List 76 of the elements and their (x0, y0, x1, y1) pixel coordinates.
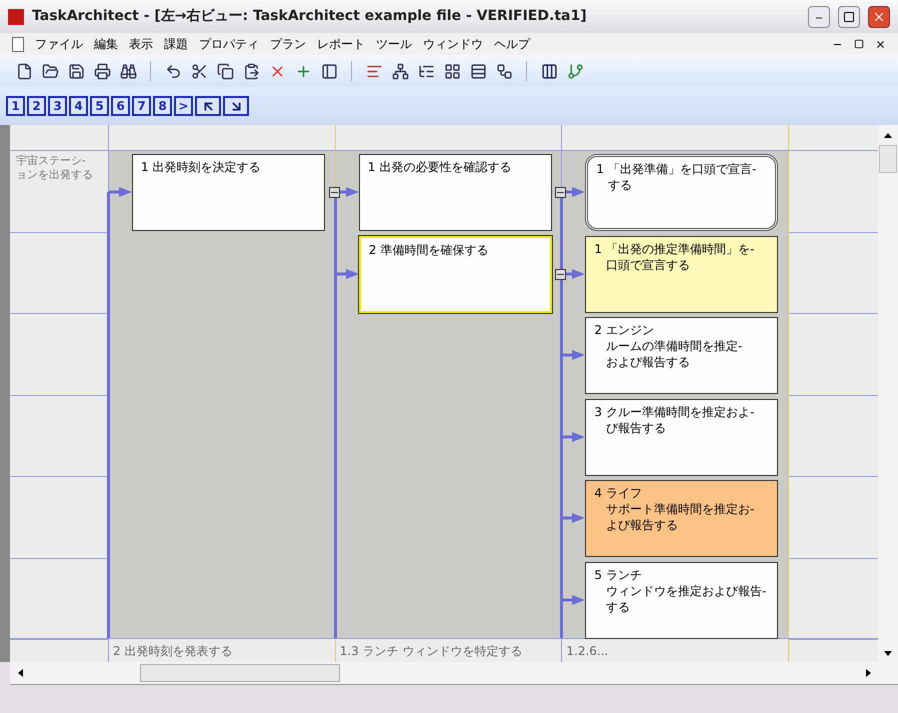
horizontal-scrollbar[interactable] (10, 662, 898, 685)
level-button[interactable]: 3 (48, 96, 67, 116)
task-node[interactable]: 1 「出発の推定準備時間」を- 口頭で宣言する (585, 236, 778, 312)
scroll-down-icon (884, 650, 892, 656)
level-button[interactable]: 8 (153, 96, 172, 116)
menu-item[interactable]: 課題 (164, 35, 188, 53)
move-up-left-button[interactable] (195, 96, 221, 116)
column-footer-label: 1.2.6... (566, 643, 608, 660)
task-node[interactable]: 1 出発の必要性を確認する (358, 154, 552, 231)
move-down-right-button[interactable] (223, 96, 249, 116)
column-footer-label: 2 出発時刻を発表する (113, 643, 232, 660)
app-logo-icon (8, 8, 24, 24)
menu-item[interactable]: ファイル (35, 35, 83, 53)
collapse-toggle[interactable] (328, 187, 340, 198)
connector-arrow (562, 594, 586, 604)
menu-item[interactable]: 編集 (94, 35, 118, 53)
level-button[interactable]: 5 (90, 96, 109, 116)
menu-item[interactable]: ツール (376, 35, 412, 53)
scroll-thumb[interactable] (140, 664, 340, 682)
column-footer-label: 1.3 ランチ ウィンドウを特定する (340, 643, 522, 660)
scissors-icon (190, 62, 208, 80)
collapse-toggle[interactable] (555, 268, 566, 280)
save-icon (68, 62, 84, 80)
connector-arrow (562, 513, 586, 523)
task-node[interactable]: 2 準備時間を確保する (358, 236, 552, 312)
tree-view-icon (392, 62, 408, 80)
level-button[interactable]: 2 (27, 96, 46, 116)
level-button[interactable]: > (174, 96, 193, 116)
task-node[interactable]: 3 クルー準備時間を推定およ- び報告する (585, 398, 778, 476)
vertical-scrollbar[interactable] (878, 125, 898, 662)
undo-icon (164, 62, 182, 80)
level-button[interactable]: 1 (6, 96, 25, 116)
new-file-icon (16, 62, 32, 80)
row-label: 宇宙ステーシ- ョンを出発する (16, 154, 93, 182)
copy-icon (216, 62, 234, 80)
rows-icon (470, 62, 486, 80)
connector-arrow (336, 268, 360, 278)
menu-item[interactable]: ヘルプ (494, 35, 530, 53)
panel-icon (320, 62, 338, 80)
window-title: TaskArchitect - [左→右ビュー: TaskArchitect example file - VERIFIED.ta1] (32, 7, 588, 26)
level-button[interactable]: 6 (111, 96, 130, 116)
task-node[interactable]: 1 「出発準備」を口頭で宣言- する (585, 154, 778, 231)
paste-icon (242, 62, 260, 80)
menu-item[interactable]: レポート (317, 35, 365, 53)
grid-icon (444, 62, 460, 80)
connector-arrow (562, 432, 586, 442)
columns-icon (540, 62, 558, 80)
scroll-thumb[interactable] (879, 145, 897, 173)
document-icon (12, 36, 24, 52)
maximize-button[interactable] (838, 6, 860, 28)
task-node[interactable]: 4 ライフ サポート準備時間を推定お- よび報告する (585, 480, 778, 557)
restore-icon[interactable] (854, 39, 864, 49)
task-node[interactable]: 5 ランチ ウィンドウを推定および報告- する (585, 562, 778, 638)
branch-icon (566, 62, 584, 80)
scroll-up-icon (884, 132, 892, 138)
task-node[interactable]: 2 エンジン ルームの準備時間を推定- および報告する (585, 317, 778, 394)
scroll-left-icon (18, 669, 22, 677)
printer-icon (94, 62, 110, 80)
open-folder-icon (42, 62, 58, 80)
binoculars-icon (120, 62, 136, 80)
maximize-icon (843, 10, 855, 22)
close-button[interactable] (868, 6, 890, 28)
scroll-right-icon (866, 669, 870, 677)
connector-arrow (562, 350, 586, 360)
connector-arrow (109, 187, 133, 197)
level-button[interactable]: 4 (69, 96, 88, 116)
close-icon[interactable] (875, 38, 886, 50)
minimize-button[interactable] (808, 6, 830, 28)
flow-icon (496, 62, 512, 80)
menu-item[interactable]: ウィンドウ (423, 35, 483, 53)
collapse-toggle[interactable] (555, 187, 566, 198)
level-button[interactable]: 7 (132, 96, 151, 116)
menu-item[interactable]: プロパティ (199, 35, 259, 53)
menu-item[interactable]: 表示 (129, 35, 153, 53)
menu-item[interactable]: プラン (270, 35, 306, 53)
task-node[interactable]: 1 出発時刻を決定する (132, 154, 325, 231)
